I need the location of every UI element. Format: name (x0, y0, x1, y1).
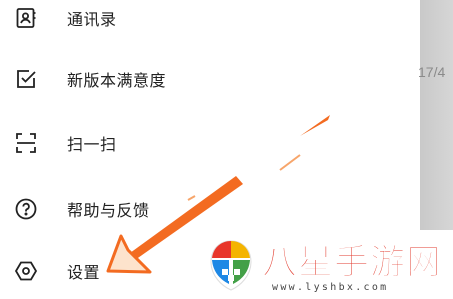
settings-icon (14, 259, 38, 283)
menu-item-label: 新版本满意度 (67, 71, 167, 90)
contacts-icon (14, 6, 38, 30)
menu-item-new-version-satisfaction[interactable]: 新版本满意度 (0, 51, 420, 107)
scan-icon (14, 131, 38, 155)
watermark-url: www.lyshbx.com (272, 282, 389, 293)
menu-item-scan[interactable]: 扫一扫 (0, 115, 420, 171)
side-time-text: 17/4 (418, 64, 446, 80)
menu-item-label: 设置 (67, 263, 101, 282)
menu-item-label: 通讯录 (67, 10, 117, 29)
watermark-title: 八星手游网 (261, 243, 443, 284)
checkbox-icon (14, 67, 38, 91)
help-icon (14, 197, 38, 221)
menu-item-help-feedback[interactable]: 帮助与反馈 (0, 181, 420, 237)
watermark: 八星手游网 www.lyshbx.com (200, 232, 453, 298)
menu-item-label: 扫一扫 (67, 135, 117, 154)
watermark-logo-icon (210, 240, 252, 291)
menu-item-label: 帮助与反馈 (67, 201, 150, 220)
background-panel (420, 0, 453, 230)
menu-item-contacts[interactable]: 通讯录 (0, 0, 420, 46)
